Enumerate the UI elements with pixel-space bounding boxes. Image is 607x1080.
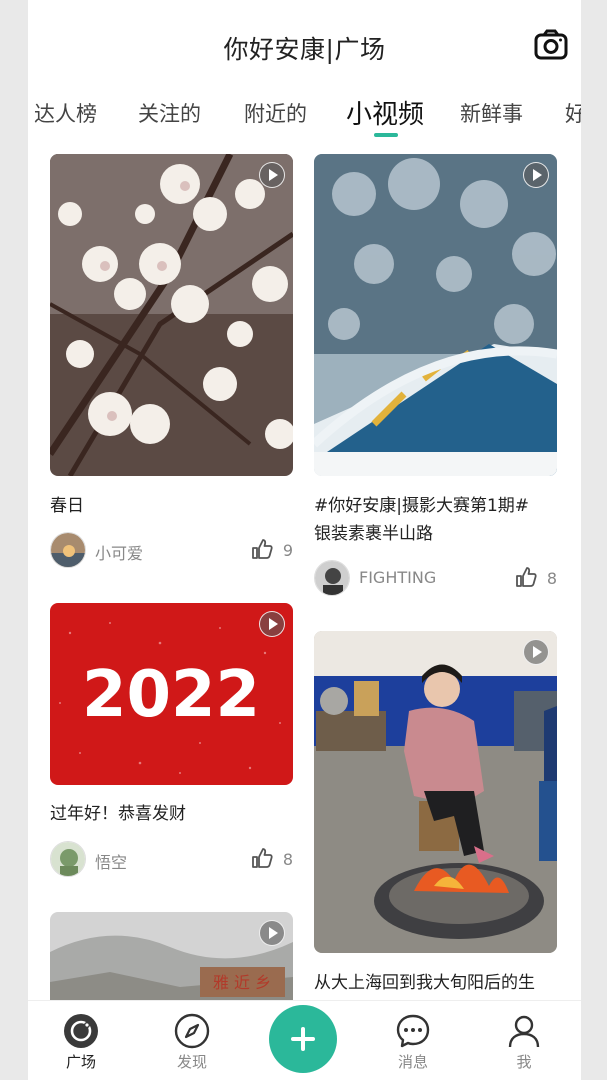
play-icon <box>259 611 285 637</box>
video-feed: 春日 小可爱 9 2022 过年好！恭喜发财 悟空 8 雅 近 乡 #你好安康|… <box>28 140 581 1000</box>
video-thumbnail[interactable] <box>314 154 557 476</box>
message-icon <box>396 1014 430 1048</box>
page-title: 你好安康|广场 <box>223 35 386 64</box>
app-screen: 你好安康|广场 达人榜 关注的 附近的 小视频 新鲜事 好 春日 小可爱 9 2… <box>28 0 581 1080</box>
nav-profile[interactable]: 我 <box>484 1013 564 1072</box>
active-tab-indicator <box>374 133 398 137</box>
plaza-icon <box>64 1014 98 1048</box>
image-text: 2022 <box>82 658 260 732</box>
profile-icon <box>508 1015 540 1048</box>
image-text: 雅 近 乡 <box>213 973 271 992</box>
tab-more[interactable]: 好 <box>565 98 581 128</box>
author-name[interactable]: FIGHTING <box>359 568 436 587</box>
video-caption-line: #你好安康|摄影大赛第1期# <box>314 496 530 516</box>
video-card[interactable]: 2022 过年好！恭喜发财 悟空 8 <box>50 603 293 893</box>
tab-bar: 达人榜 关注的 附近的 小视频 新鲜事 好 <box>28 92 581 140</box>
add-button[interactable] <box>269 1005 337 1073</box>
nav-label: 我 <box>516 1053 532 1071</box>
tab-fresh[interactable]: 新鲜事 <box>460 98 523 128</box>
like-count: 8 <box>282 850 293 869</box>
video-card[interactable]: 春日 小可爱 9 <box>50 154 293 594</box>
author-row: 小可爱 9 <box>50 532 293 570</box>
author-row: FIGHTING 8 <box>314 560 557 598</box>
tab-short-video[interactable]: 小视频 <box>346 94 424 131</box>
nav-label: 广场 <box>65 1053 96 1071</box>
author-name[interactable]: 小可爱 <box>95 540 143 564</box>
nav-plaza[interactable]: 广场 <box>41 1013 121 1072</box>
author-name[interactable]: 悟空 <box>95 849 127 873</box>
author-row: 悟空 8 <box>50 841 293 879</box>
video-thumbnail[interactable]: 2022 <box>50 603 293 785</box>
video-caption: 春日 <box>50 496 84 516</box>
tab-experts[interactable]: 达人榜 <box>34 98 97 128</box>
play-icon <box>523 162 549 188</box>
play-icon <box>523 639 549 665</box>
nav-discover[interactable]: 发现 <box>152 1013 232 1072</box>
video-thumbnail[interactable] <box>314 631 557 953</box>
video-card[interactable]: 雅 近 乡 <box>50 912 293 1000</box>
avatar[interactable] <box>314 560 350 596</box>
nav-label: 消息 <box>397 1053 428 1071</box>
avatar[interactable] <box>50 532 86 568</box>
video-caption: 从大上海回到我大旬阳后的生 <box>314 973 535 993</box>
compass-icon <box>174 1013 210 1049</box>
play-icon <box>259 162 285 188</box>
header: 你好安康|广场 <box>28 0 581 92</box>
like-count: 8 <box>546 569 557 588</box>
tab-following[interactable]: 关注的 <box>138 98 201 128</box>
thumbs-up-icon <box>516 567 537 587</box>
video-caption: 过年好！恭喜发财 <box>50 804 186 824</box>
video-thumbnail[interactable]: 雅 近 乡 <box>50 912 293 1000</box>
camera-icon[interactable] <box>534 28 568 62</box>
play-icon <box>259 920 285 946</box>
video-card[interactable]: #你好安康|摄影大赛第1期# 银装素裹半山路 FIGHTING 8 <box>314 154 557 614</box>
thumbs-up-icon <box>252 539 273 559</box>
thumbs-up-icon <box>252 848 273 868</box>
bottom-nav: 广场 发现 消息 我 <box>28 1000 581 1080</box>
nav-messages[interactable]: 消息 <box>373 1013 453 1072</box>
video-caption: #你好安康|摄影大赛第1期# 银装素裹半山路 <box>314 492 557 548</box>
avatar[interactable] <box>50 841 86 877</box>
nav-label: 发现 <box>176 1053 207 1071</box>
video-thumbnail[interactable] <box>50 154 293 476</box>
video-caption-line: 银装素裹半山路 <box>314 524 433 544</box>
video-card[interactable]: 从大上海回到我大旬阳后的生 <box>314 631 557 1000</box>
tab-nearby[interactable]: 附近的 <box>244 98 307 128</box>
like-count: 9 <box>282 541 293 560</box>
